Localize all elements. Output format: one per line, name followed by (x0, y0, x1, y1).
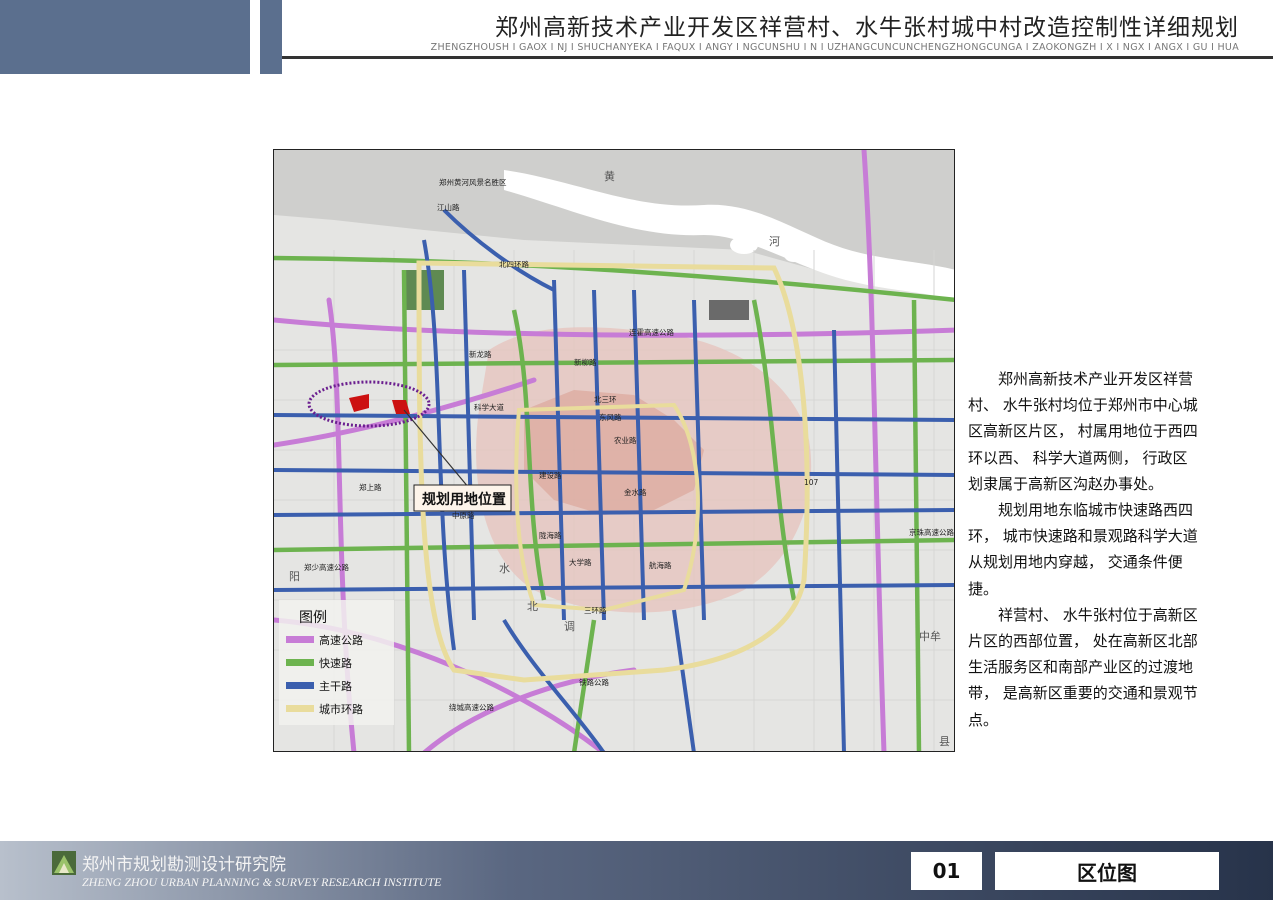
description-paragraph: 规划用地东临城市快速路西四环， 城市快速路和景观路科学大道从规划用地内穿越， 交… (968, 501, 1198, 598)
site-label: 规划用地位置 (422, 491, 506, 508)
label-dongfeng-road: 东风路 (599, 412, 622, 422)
institute-name-en: ZHENG ZHOU URBAN PLANNING & SURVEY RESEA… (82, 875, 442, 889)
label-huanghe-scenic: 郑州黄河风景名胜区 (439, 177, 507, 187)
label-longhai-road: 陇海路 (539, 530, 562, 540)
legend-swatch-expressway (286, 659, 314, 666)
institute-logo-icon (52, 851, 76, 875)
description-paragraph: 郑州高新技术产业开发区祥营村、 水牛张村均位于郑州市中心城区高新区片区， 村属用… (968, 370, 1198, 493)
label-kexue-avenue: 科学大道 (474, 402, 504, 412)
map-canvas: 郑州黄河风景名胜区 江山路 北四环路 连霍高速公路 新龙路 新柳路 科学大道 北… (274, 150, 954, 751)
label-tiexi-road: 铁路公路 (579, 677, 609, 687)
label-zhongmu: 中牟 (919, 629, 941, 643)
label-xinliu-road: 新柳路 (574, 357, 597, 367)
label-zhengshang-road: 郑上路 (359, 482, 382, 492)
institute-name-cn: 郑州市规划勘测设计研究院 (82, 855, 286, 875)
label-bei: 北 (527, 600, 538, 613)
label-shui: 水 (499, 562, 510, 575)
label-huanghe: 黄 (604, 169, 615, 183)
label-river: 河 (769, 235, 780, 248)
label-jinshui-road: 金水路 (624, 487, 647, 497)
header-block-left (0, 0, 250, 74)
legend-label-arterial: 主干路 (319, 680, 352, 693)
label-nongye-road: 农业路 (614, 435, 637, 445)
label-yangqiao: 阳 (289, 570, 300, 583)
header-block-accent (260, 0, 282, 74)
legend-swatch-ring (286, 705, 314, 712)
label-xian: 县 (939, 735, 950, 748)
label-lianhuo-expressway: 连霍高速公路 (629, 327, 674, 337)
label-beisanhuan: 北三环 (594, 395, 617, 404)
label-road-107: 107 (804, 478, 819, 487)
label-zhengshao-expressway: 郑少高速公路 (304, 562, 349, 572)
park-green (404, 270, 444, 310)
label-sanhuan-road: 三环路 (584, 605, 607, 615)
label-jianshe-road: 建设路 (539, 470, 562, 480)
legend-label-ring: 城市环路 (319, 702, 363, 716)
label-xinlong-road: 新龙路 (469, 349, 492, 359)
page-subtitle-pinyin: ZHENGZHOUSH I GAOX I NJ I SHUCHANYEKA I … (430, 42, 1239, 53)
legend-title: 图例 (299, 610, 327, 626)
legend-label-expressway: 快速路 (319, 657, 352, 670)
label-daxue-road: 大学路 (569, 557, 592, 567)
label-jingbei-road: 京珠高速公路 (909, 527, 954, 537)
map-legend: 图例 高速公路 快速路 主干路 城市环路 (279, 600, 394, 725)
river-islet-2 (784, 248, 804, 262)
legend-swatch-highway (286, 636, 314, 643)
page-number: 01 (911, 852, 982, 890)
description-paragraph: 祥营村、 水牛张村位于高新区片区的西部位置， 处在高新区北部生活服务区和南部产业… (968, 605, 1198, 729)
label-raocheng-expressway: 绕城高速公路 (449, 702, 494, 712)
legend-label-highway: 高速公路 (319, 633, 363, 647)
location-map: 郑州黄河风景名胜区 江山路 北四环路 连霍高速公路 新龙路 新柳路 科学大道 北… (273, 149, 955, 752)
header-divider (282, 56, 1273, 59)
label-hangai-road: 航海路 (649, 560, 672, 570)
page-title: 郑州高新技术产业开发区祥营村、水牛张村城中村改造控制性详细规划 (495, 15, 1239, 41)
airport-block (709, 300, 749, 320)
label-jiangshan-road: 江山路 (437, 202, 460, 212)
page-heading: 区位图 (995, 852, 1219, 890)
label-bei2: 调 (564, 620, 575, 633)
description-text: 郑州高新技术产业开发区祥营村、 水牛张村均位于郑州市中心城区高新区片区， 村属用… (968, 366, 1200, 733)
label-beisihuan: 北四环路 (499, 259, 529, 269)
legend-swatch-arterial (286, 682, 314, 689)
